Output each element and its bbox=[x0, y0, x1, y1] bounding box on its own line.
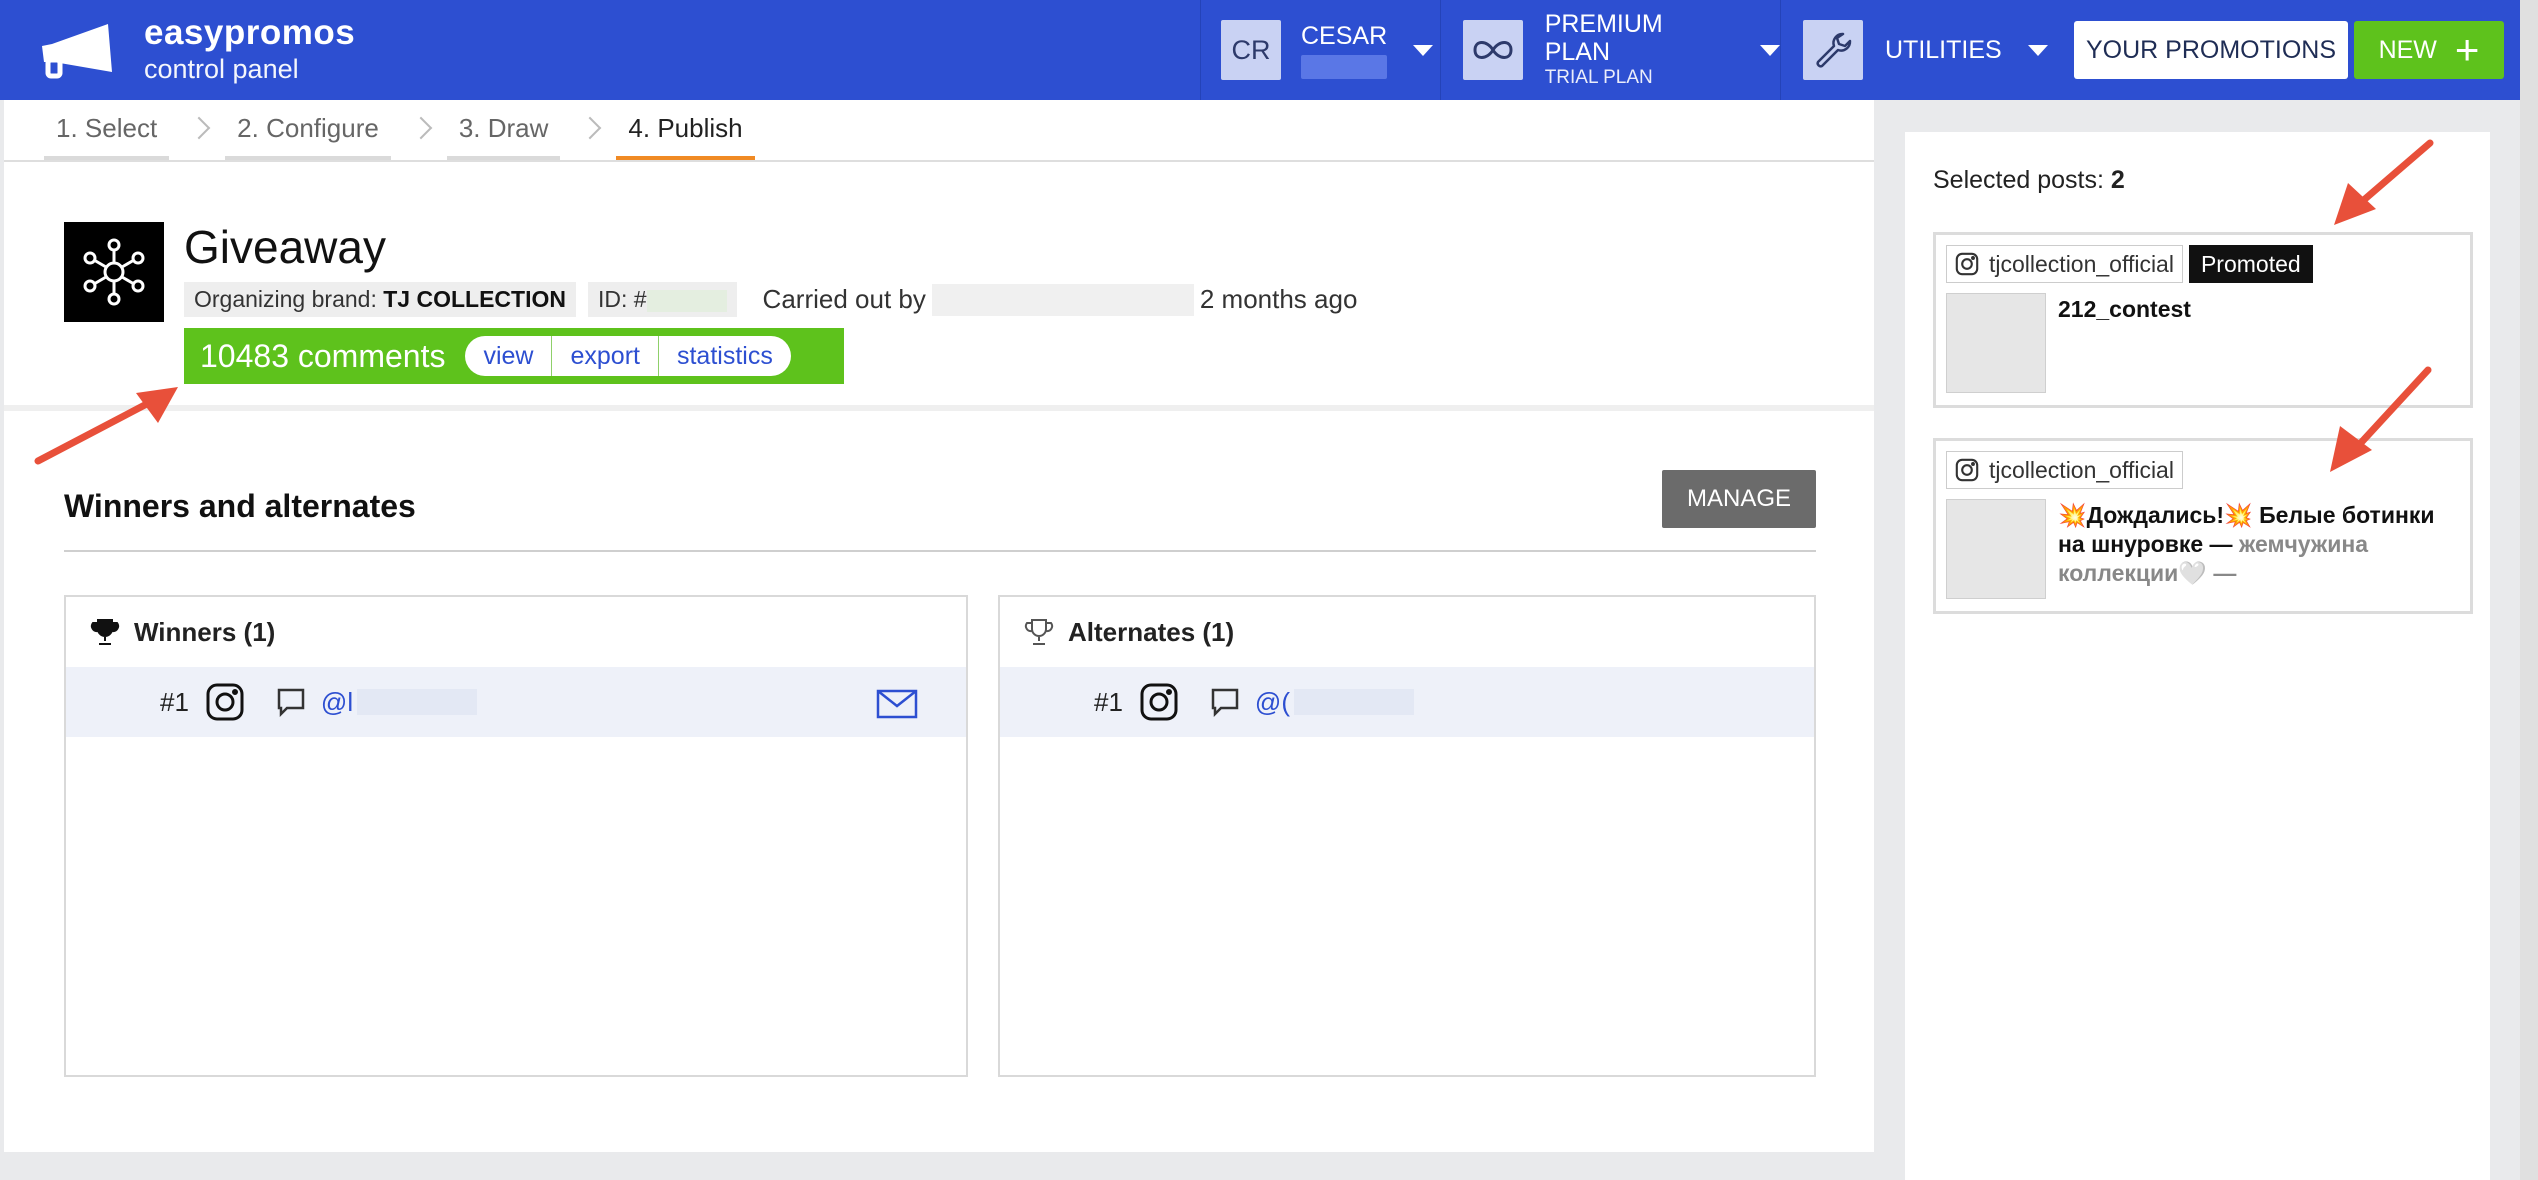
plus-icon: + bbox=[2454, 26, 2480, 73]
instagram-icon bbox=[1955, 458, 1979, 482]
main-panel: 1. Select 2. Configure 3. Draw 4. Publis… bbox=[4, 100, 1874, 1152]
handle-redacted bbox=[1293, 689, 1414, 715]
id-redacted bbox=[646, 289, 727, 312]
selected-count: 2 bbox=[2110, 166, 2125, 194]
brand-value: TJ COLLECTION bbox=[383, 286, 566, 312]
comments-count: 10483 comments bbox=[200, 337, 446, 374]
step-draw[interactable]: 3. Draw bbox=[446, 100, 602, 160]
winners-box: Winners (1) #1 @l bbox=[64, 595, 968, 1077]
promoted-badge: Promoted bbox=[2188, 245, 2313, 283]
alternate-rank: #1 bbox=[1094, 686, 1123, 717]
section-rule bbox=[64, 550, 1816, 552]
comment-icon bbox=[277, 688, 305, 718]
operator-redacted bbox=[931, 283, 1194, 316]
trophy-icon bbox=[90, 619, 120, 645]
account-name: tjcollection_official bbox=[1989, 250, 2174, 277]
id-label: ID: # bbox=[597, 286, 647, 312]
chevron-down-icon bbox=[1760, 44, 1780, 56]
user-name: CESAR bbox=[1301, 22, 1388, 50]
mail-icon[interactable] bbox=[876, 689, 918, 719]
chevron-down-icon bbox=[1413, 44, 1434, 56]
export-link[interactable]: export bbox=[552, 336, 659, 376]
alternates-header: Alternates (1) bbox=[1000, 597, 1814, 667]
handle-redacted bbox=[357, 689, 478, 715]
scrollbar[interactable] bbox=[2520, 0, 2538, 1180]
winners-label: Winners (1) bbox=[134, 616, 276, 647]
trophy-outline-icon bbox=[1024, 619, 1054, 645]
chevron-right-icon bbox=[579, 116, 602, 140]
utilities-label: UTILITIES bbox=[1885, 35, 2002, 64]
step-label: 4. Publish bbox=[628, 112, 743, 143]
account-name: tjcollection_official bbox=[1989, 456, 2174, 483]
step-label: 2. Configure bbox=[237, 112, 379, 143]
table-row: #1 @l bbox=[66, 667, 966, 737]
wrench-icon bbox=[1803, 20, 1863, 80]
utilities-menu[interactable]: UTILITIES bbox=[1780, 0, 2050, 100]
section-divider bbox=[4, 405, 1874, 411]
winners-header: Winners (1) bbox=[66, 597, 966, 667]
your-promotions-button[interactable]: YOUR PROMOTIONS bbox=[2074, 21, 2348, 79]
winners-section-title: Winners and alternates bbox=[64, 488, 416, 524]
post-thumbnail bbox=[1946, 293, 2046, 393]
plan-menu[interactable]: PREMIUM PLAN TRIAL PLAN bbox=[1440, 0, 1780, 100]
manage-button[interactable]: MANAGE bbox=[1662, 470, 1816, 528]
alternate-handle[interactable]: @( bbox=[1255, 687, 1290, 718]
post-text: 212_contest bbox=[2058, 296, 2191, 322]
selected-posts-title: Selected posts: 2 bbox=[1933, 166, 2125, 195]
step-label: 1. Select bbox=[56, 112, 158, 143]
avatar: CR bbox=[1221, 20, 1281, 80]
post-text: 💥Дождались!💥 Белые ботинки на шнуровке —… bbox=[2058, 501, 2458, 601]
selected-label: Selected posts: bbox=[1933, 166, 2104, 194]
time-ago: 2 months ago bbox=[1199, 284, 1358, 314]
plan-subtitle: TRIAL PLAN bbox=[1544, 67, 1653, 88]
instagram-icon bbox=[206, 683, 244, 721]
wizard-steps: 1. Select 2. Configure 3. Draw 4. Publis… bbox=[4, 100, 1874, 162]
user-lastname-redacted bbox=[1301, 55, 1387, 79]
arrow-annotation-icon bbox=[2334, 139, 2434, 225]
arrow-annotation-icon bbox=[34, 387, 178, 465]
promotion-id: ID: # bbox=[587, 282, 737, 317]
new-label: NEW bbox=[2378, 35, 2437, 64]
plan-title: PREMIUM PLAN bbox=[1544, 10, 1663, 66]
top-bar: easypromos control panel CR CESAR PREMIU… bbox=[0, 0, 2520, 100]
winner-handle[interactable]: @l bbox=[321, 687, 353, 718]
network-icon bbox=[64, 222, 164, 322]
chevron-right-icon bbox=[409, 116, 433, 140]
alternates-box: Alternates (1) #1 @( bbox=[998, 595, 1816, 1077]
new-promotion-button[interactable]: NEW + bbox=[2354, 21, 2504, 79]
infinity-icon bbox=[1463, 20, 1523, 80]
post-account: tjcollection_official bbox=[1946, 245, 2183, 283]
step-configure[interactable]: 2. Configure bbox=[225, 100, 433, 160]
alternates-label: Alternates (1) bbox=[1068, 616, 1235, 647]
post-account: tjcollection_official bbox=[1946, 451, 2183, 489]
brand-subtitle: control panel bbox=[144, 54, 299, 84]
step-publish[interactable]: 4. Publish bbox=[616, 100, 755, 160]
statistics-link[interactable]: statistics bbox=[659, 336, 791, 376]
selected-posts-panel: Selected posts: 2 tjcollection_official … bbox=[1905, 132, 2490, 1180]
view-link[interactable]: view bbox=[465, 336, 553, 376]
post-thumbnail bbox=[1946, 499, 2046, 599]
step-label: 3. Draw bbox=[458, 112, 549, 143]
table-row: #1 @( bbox=[1000, 667, 1814, 737]
chevron-right-icon bbox=[187, 116, 211, 140]
arrow-annotation-icon bbox=[2330, 366, 2432, 472]
megaphone-icon bbox=[42, 24, 112, 79]
brand-label: Organizing brand: bbox=[194, 286, 377, 312]
organizing-brand: Organizing brand: TJ COLLECTION bbox=[184, 282, 576, 317]
carried-out-by: Carried out by bbox=[762, 284, 926, 314]
chevron-down-icon bbox=[2027, 44, 2048, 56]
instagram-icon bbox=[1955, 252, 1979, 276]
comments-actions: view export statistics bbox=[465, 336, 791, 376]
instagram-icon bbox=[1140, 683, 1178, 721]
comments-bar: 10483 comments view export statistics bbox=[184, 328, 844, 384]
logo[interactable]: easypromos control panel bbox=[0, 14, 1200, 86]
step-select[interactable]: 1. Select bbox=[44, 100, 211, 160]
winner-rank: #1 bbox=[160, 686, 189, 717]
user-menu[interactable]: CR CESAR bbox=[1200, 0, 1440, 100]
brand-name: easypromos bbox=[144, 13, 356, 52]
comment-icon bbox=[1211, 688, 1239, 718]
promotion-meta: Organizing brand: TJ COLLECTION ID: # Ca… bbox=[184, 282, 1357, 317]
promotion-title: Giveaway bbox=[184, 221, 386, 273]
